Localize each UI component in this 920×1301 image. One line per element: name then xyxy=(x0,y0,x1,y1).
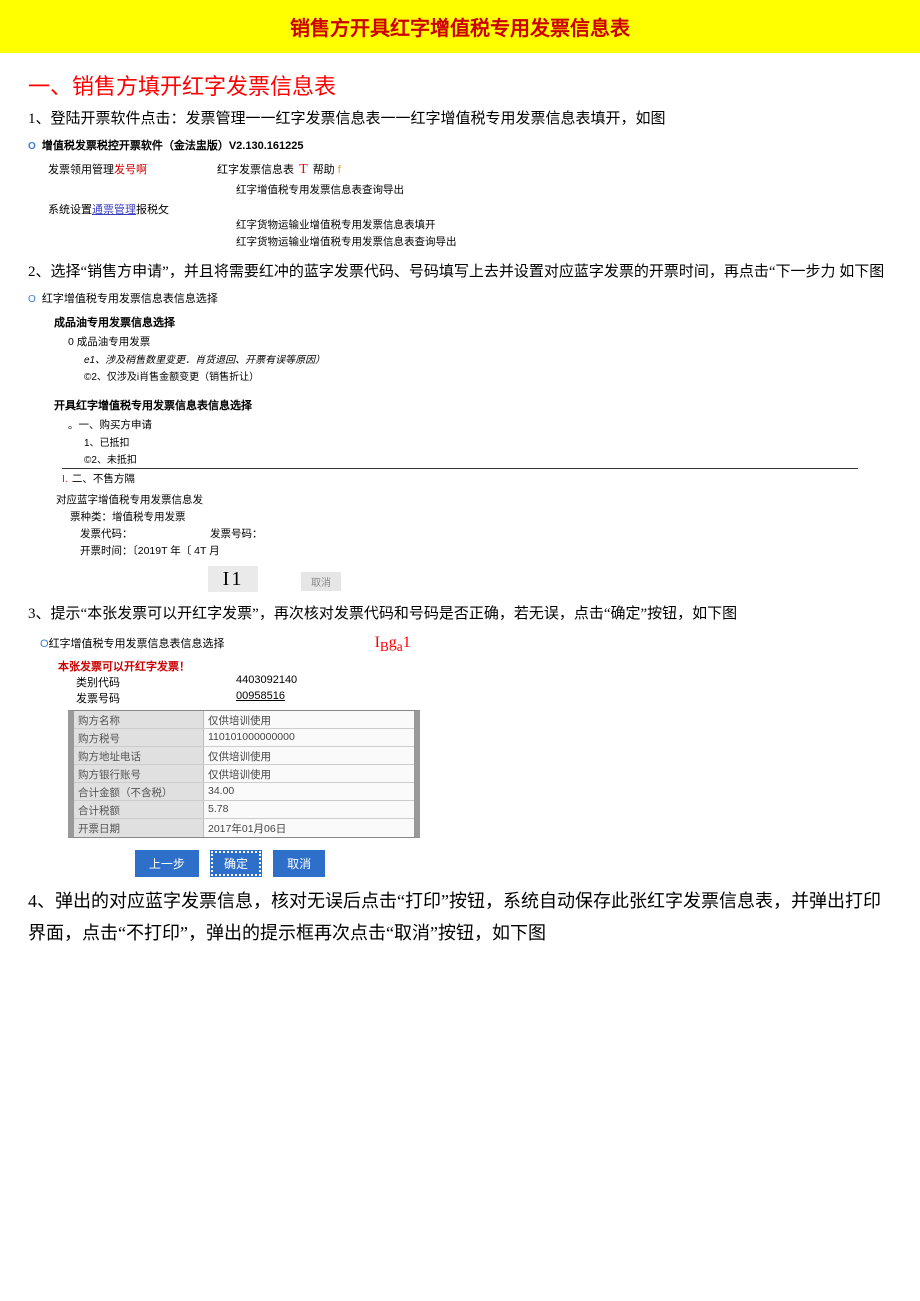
prev-step-button[interactable]: 上一步 xyxy=(135,850,199,877)
bullet-icon: O xyxy=(28,294,36,305)
banner-title: 销售方开具红字增值税专用发票信息表 xyxy=(290,18,630,40)
cell-val: 仅供培训使用 xyxy=(204,711,414,728)
menu-number-label: 发号啊 xyxy=(114,164,147,176)
menu-ticket-mgmt[interactable]: 通票管理 xyxy=(92,204,136,216)
menu-row-2: 系统设置通票管理报税攵 xyxy=(48,201,892,217)
menu-red-info[interactable]: 红字发票信息表 T 帮助 f xyxy=(217,161,341,178)
dialog3-header: O 红字增值税专用发票信息表信息选择 IBga1 xyxy=(40,634,892,655)
cell-key: 购方银行账号 xyxy=(74,765,204,782)
cell-key: 购方名称 xyxy=(74,711,204,728)
dialog-confirm: O 红字增值税专用发票信息表信息选择 IBga1 本张发票可以开红字发票！ 类别… xyxy=(40,634,892,876)
k-category-code: 类别代码 xyxy=(76,674,236,690)
software-title: O 增值税发票税控开票软件（金法盅版）V2.130.161225 xyxy=(28,137,892,153)
cell-val: 仅供培训使用 xyxy=(204,765,414,782)
cell-key: 开票日期 xyxy=(74,819,204,837)
cell-key: 合计税额 xyxy=(74,801,204,818)
kv-category-code: 类别代码 4403092140 xyxy=(76,674,892,690)
banner-bar: 销售方开具红字增值税专用发票信息表 xyxy=(0,0,920,53)
invoice-code-label: 发票代码： xyxy=(80,526,210,541)
opt-buyer-apply[interactable]: 。一、购买方申请 xyxy=(68,417,892,432)
menu-tax[interactable]: 报税攵 xyxy=(136,204,169,216)
menu-group-2: 系统设置通票管理报税攵 xyxy=(48,201,169,217)
submenu-3[interactable]: 红字货物运输业增值税专用发票信息表查询导出 xyxy=(236,234,892,251)
dialog-select-info: O 红字增值税专用发票信息表信息选择 成品油专用发票信息选择 0 成品油专用发票… xyxy=(28,290,892,592)
table-row: 购方地址电话仅供培训使用 xyxy=(74,747,414,765)
blue-invoice-label-1: 对应蓝字增值税专用发票信息发 xyxy=(56,492,892,507)
next-step-button[interactable]: I1 xyxy=(208,566,258,592)
step-1-text: 1、登陆开票软件点击：发票管理一一红字发票信息表一一红字增值税专用发票信息表填开… xyxy=(28,107,892,131)
menu-sys-settings[interactable]: 系统设置 xyxy=(48,204,92,216)
step-3-text: 3、提示“本张发票可以开红字发票”，再次核对发票代码和号码是否正确，若无误，点击… xyxy=(28,602,892,626)
menu-invoice-mgmt[interactable]: 发票领用管理 xyxy=(48,164,114,176)
cancel-button[interactable]: 取消 xyxy=(273,850,325,877)
cancel-button[interactable]: 取消 xyxy=(301,572,341,591)
k-invoice-no: 发票号码 xyxy=(76,690,236,706)
invoice-code-row: 发票代码： 发票号码： xyxy=(80,526,892,541)
group-redinfo: 开具红字增值税专用发票信息表信息选择 xyxy=(54,397,892,413)
group-oil: 成品油专用发票信息选择 xyxy=(54,314,892,330)
bullet-icon: O xyxy=(28,141,36,152)
software-screenshot-1: O 增值税发票税控开票软件（金法盅版）V2.130.161225 发票领用管理发… xyxy=(28,137,892,250)
opt-seller-apply[interactable]: I.二、不售方隔 xyxy=(62,468,858,486)
opt-oil-invoice[interactable]: 0 成品油专用发票 xyxy=(68,334,892,349)
table-row: 开票日期2017年01月06日 xyxy=(74,819,414,837)
invoice-time-row[interactable]: 开票时间：〔2019T 年〔 4T 月 xyxy=(80,543,892,558)
menu-group-1: 发票领用管理发号啊 xyxy=(48,161,147,177)
cell-val: 110101000000000 xyxy=(204,729,414,746)
cell-key: 合计金额（不含税） xyxy=(74,783,204,800)
step-2-text: 2、选择“销售方申请”，并且将需要红冲的蓝字发票代码、号码填写上去并设置对应蓝字… xyxy=(28,260,892,284)
opt-not-deducted[interactable]: ©2、未抵扣 xyxy=(84,451,892,466)
dialog-title-3: 红字增值税专用发票信息表信息选择 xyxy=(49,635,225,651)
submenu-1[interactable]: 红字增值税专用发票信息表查询导出 xyxy=(236,182,892,199)
step-4-text: 4、弹出的对应蓝字发票信息，核对无误后点击“打印”按钮，系统自动保存此张红字发票… xyxy=(28,885,892,950)
table-row: 购方名称仅供培训使用 xyxy=(74,711,414,729)
dialog-title-2: O 红字增值税专用发票信息表信息选择 xyxy=(28,290,892,306)
cell-key: 购方税号 xyxy=(74,729,204,746)
opt-oil-reason2[interactable]: ©2、仅涉及i肖售金额变更（销售折让） xyxy=(84,368,892,383)
button-row: I1 取消 xyxy=(28,560,892,592)
cell-val: 仅供培训使用 xyxy=(204,747,414,764)
bullet-icon: O xyxy=(40,638,49,650)
confirm-button-row: 上一步 确定 取消 xyxy=(40,850,420,877)
opt-deducted[interactable]: 1、已抵扣 xyxy=(84,434,892,449)
table-row: 合计税额5.78 xyxy=(74,801,414,819)
table-row: 购方税号110101000000000 xyxy=(74,729,414,747)
table-row: 合计金额（不含税）34.00 xyxy=(74,783,414,801)
table-row: 购方银行账号仅供培训使用 xyxy=(74,765,414,783)
kv-invoice-no: 发票号码 00958516 xyxy=(76,690,892,706)
content-area: 一、销售方填开红字发票信息表 1、登陆开票软件点击：发票管理一一红字发票信息表一… xyxy=(0,69,920,949)
ok-button[interactable]: 确定 xyxy=(210,850,262,877)
opt-oil-reason1[interactable]: e1、涉及稍售数里变更．肖货退回、开票有误等原因） xyxy=(84,351,892,366)
can-open-hint: 本张发票可以开红字发票！ xyxy=(58,658,892,674)
invoice-detail-table: 购方名称仅供培训使用 购方税号110101000000000 购方地址电话仅供培… xyxy=(68,710,420,838)
cell-val: 5.78 xyxy=(204,801,414,818)
cell-val: 2017年01月06日 xyxy=(204,819,414,837)
submenu-2[interactable]: 红字货物运输业增值税专用发票信息表填开 xyxy=(236,217,892,234)
cell-key: 购方地址电话 xyxy=(74,747,204,764)
iga-label: IBga1 xyxy=(375,634,411,655)
v-category-code: 4403092140 xyxy=(236,674,297,690)
invoice-number-label: 发票号码： xyxy=(210,526,263,541)
menu-row-1: 发票领用管理发号啊 红字发票信息表 T 帮助 f xyxy=(48,161,892,178)
cell-val: 34.00 xyxy=(204,783,414,800)
v-invoice-no: 00958516 xyxy=(236,690,285,706)
blue-invoice-label-2: 票种类：增值税专用发票 xyxy=(70,509,892,524)
section-heading-1: 一、销售方填开红字发票信息表 xyxy=(28,69,892,101)
